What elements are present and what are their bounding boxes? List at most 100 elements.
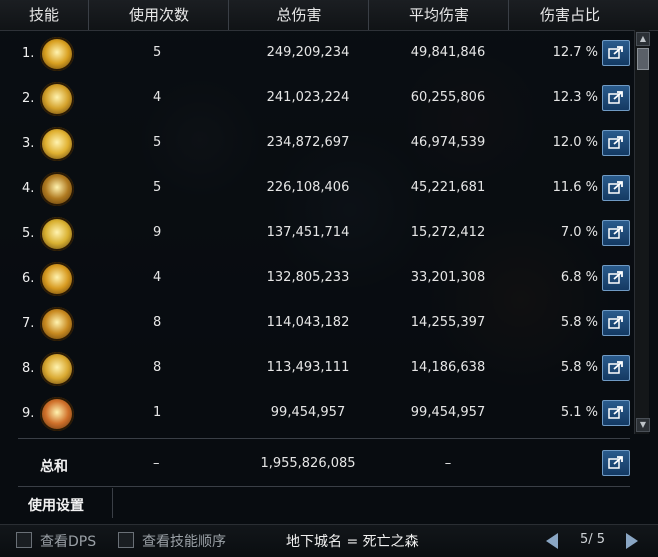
next-page-icon[interactable] [626,533,638,549]
summary-row: 总和 – 1,955,826,085 – [18,444,630,484]
row-avg-damage: 15,272,412 [410,225,486,240]
table-header: 技能 使用次数 总伤害 平均伤害 伤害占比 [0,0,658,31]
scroll-up-icon[interactable]: ▲ [636,32,650,46]
table-row: 1. 5 249,209,234 49,841,846 12.7 % [18,32,630,77]
summary-uses: – [153,456,160,471]
header-skill[interactable]: 技能 [0,0,89,30]
share-icon [608,181,623,194]
show-dps-checkbox[interactable] [16,532,32,548]
table-row: 2. 4 241,023,224 60,255,806 12.3 % [18,77,630,122]
page-indicator: 5/ 5 [580,532,606,547]
row-uses: 8 [153,315,162,330]
row-uses: 4 [153,270,162,285]
header-damage-share[interactable]: 伤害占比 [510,0,630,30]
row-total-damage: 132,805,233 [266,270,350,285]
table-row: 6. 4 132,805,233 33,201,308 6.8 % [18,257,630,302]
share-icon [608,316,623,329]
row-uses: 8 [153,360,162,375]
table-row: 8. 8 113,493,111 14,186,638 5.8 % [18,347,630,392]
settings-divider [18,486,630,487]
row-damage-share: 11.6 % [552,180,598,195]
row-share-button[interactable] [602,85,630,111]
row-share-button[interactable] [602,355,630,381]
row-total-damage: 249,209,234 [266,45,350,60]
share-icon [608,361,623,374]
row-total-damage: 234,872,697 [266,135,350,150]
row-damage-share: 5.1 % [560,405,598,420]
settings-tab-label: 使用设置 [28,498,84,514]
row-total-damage: 99,454,957 [270,405,346,420]
share-icon [608,406,623,419]
row-index: 6. [22,271,35,286]
row-damage-share: 12.3 % [552,90,598,105]
row-uses: 9 [153,225,162,240]
dungeon-name: 地下城名 = 死亡之森 [286,534,419,550]
row-avg-damage: 14,186,638 [410,360,486,375]
settings-tab[interactable]: 使用设置 [18,488,113,518]
row-index: 7. [22,316,35,331]
row-share-button[interactable] [602,400,630,426]
damage-stats-panel: 技能 使用次数 总伤害 平均伤害 伤害占比 1. 5 249,209,234 4… [0,0,658,557]
table-row: 5. 9 137,451,714 15,272,412 7.0 % [18,212,630,257]
chain-strike-skill-icon [40,172,74,206]
row-avg-damage: 14,255,397 [410,315,486,330]
row-share-button[interactable] [602,175,630,201]
row-index: 3. [22,136,35,151]
row-index: 9. [22,406,35,421]
row-avg-damage: 33,201,308 [410,270,486,285]
summary-label: 总和 [40,459,68,475]
scroll-thumb[interactable] [637,48,649,70]
share-icon [608,226,623,239]
summary-share-button[interactable] [602,450,630,476]
row-damage-share: 7.0 % [560,225,598,240]
row-damage-share: 5.8 % [560,360,598,375]
crown-skill-icon [40,37,74,71]
row-share-button[interactable] [602,265,630,291]
flower-burst-skill-icon [40,262,74,296]
row-avg-damage: 99,454,957 [410,405,486,420]
slash-wave-skill-icon [40,307,74,341]
prev-page-icon[interactable] [546,533,558,549]
row-index: 1. [22,46,35,61]
header-total-damage[interactable]: 总伤害 [230,0,369,30]
row-total-damage: 226,108,406 [266,180,350,195]
row-total-damage: 241,023,224 [266,90,350,105]
row-avg-damage: 45,221,681 [410,180,486,195]
header-avg-damage[interactable]: 平均伤害 [370,0,509,30]
table-row: 3. 5 234,872,697 46,974,539 12.0 % [18,122,630,167]
row-total-damage: 114,043,182 [266,315,350,330]
row-avg-damage: 49,841,846 [410,45,486,60]
crescent-slash-skill-icon [40,82,74,116]
share-icon [608,91,623,104]
row-share-button[interactable] [602,310,630,336]
summary-avg-damage: – [444,456,452,471]
row-total-damage: 113,493,111 [266,360,350,375]
scroll-down-icon[interactable]: ▼ [636,418,650,432]
summary-divider [18,438,630,439]
row-damage-share: 6.8 % [560,270,598,285]
row-uses: 5 [153,45,162,60]
row-avg-damage: 60,255,806 [410,90,486,105]
table-row: 9. 1 99,454,957 99,454,957 5.1 % [18,392,630,437]
row-index: 4. [22,181,35,196]
row-damage-share: 5.8 % [560,315,598,330]
row-damage-share: 12.7 % [552,45,598,60]
header-uses[interactable]: 使用次数 [90,0,229,30]
row-share-button[interactable] [602,40,630,66]
show-skill-order-label[interactable]: 查看技能顺序 [142,531,226,551]
shield-skill-icon [40,217,74,251]
show-dps-label[interactable]: 查看DPS [40,531,96,551]
table-row: 7. 8 114,043,182 14,255,397 5.8 % [18,302,630,347]
row-share-button[interactable] [602,220,630,246]
row-damage-share: 12.0 % [552,135,598,150]
show-skill-order-checkbox[interactable] [118,532,134,548]
share-icon [608,136,623,149]
scrollbar[interactable]: ▲ ▼ [634,30,650,434]
row-index: 8. [22,361,35,376]
row-uses: 5 [153,180,162,195]
row-total-damage: 137,451,714 [266,225,350,240]
row-share-button[interactable] [602,130,630,156]
flame-burst-skill-icon [40,127,74,161]
table-row: 4. 5 226,108,406 45,221,681 11.6 % [18,167,630,212]
row-avg-damage: 46,974,539 [410,135,486,150]
